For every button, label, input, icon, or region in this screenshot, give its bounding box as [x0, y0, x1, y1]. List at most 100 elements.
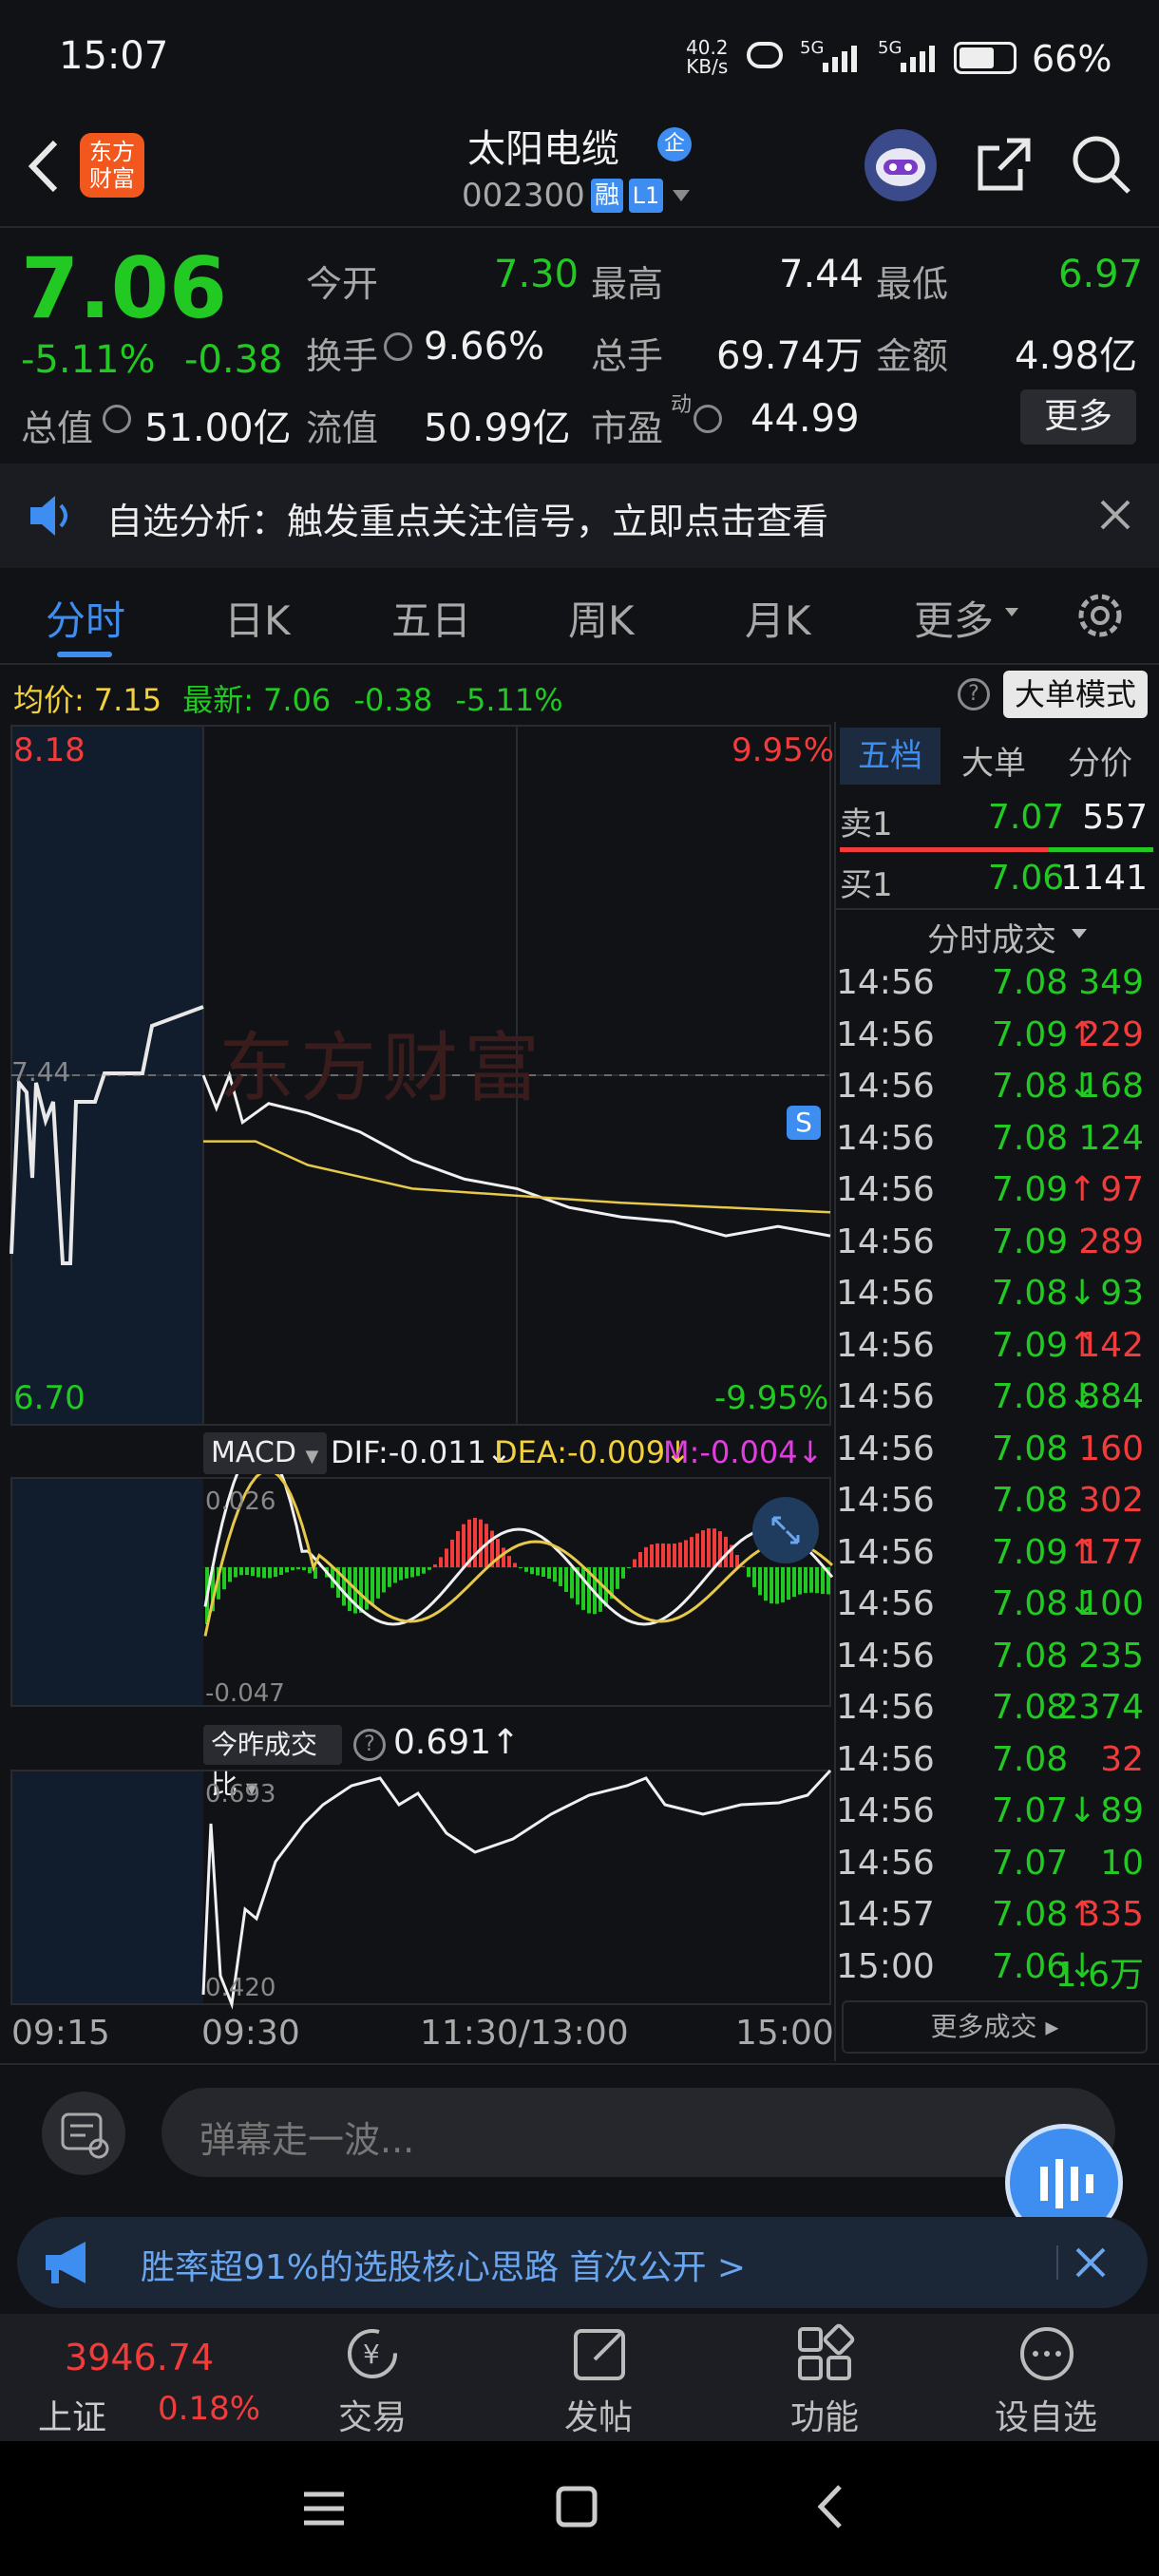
tab-weekly-k[interactable]: 周K: [568, 589, 635, 647]
trade-price: 7.08: [992, 1636, 1069, 1676]
macd-bar: [673, 1544, 676, 1567]
trade-time: 14:56: [836, 1067, 935, 1106]
avg-value: 7.15: [93, 682, 162, 718]
trade-row: 14:56 7.08 2374: [836, 1688, 1150, 1739]
comment-placeholder: 弹幕走一波...: [200, 2119, 415, 2161]
comment-input[interactable]: 弹幕走一波...: [162, 2088, 1115, 2177]
tab-more[interactable]: 更多: [914, 589, 994, 647]
function-icon[interactable]: [794, 2323, 855, 2384]
trades-dropdown-icon[interactable]: [1070, 925, 1089, 944]
tab-daily-k[interactable]: 日K: [224, 589, 291, 647]
trade-volume: 884: [1078, 1377, 1144, 1416]
trade-volume: 32: [1100, 1739, 1144, 1779]
trade-price: 7.07: [992, 1843, 1069, 1883]
sell1-label: 卖1: [840, 805, 893, 843]
search-icon[interactable]: [1070, 133, 1132, 196]
code-dropdown-icon[interactable]: [671, 186, 692, 207]
trade-time: 14:56: [836, 963, 935, 1002]
more-button[interactable]: 更多: [1020, 389, 1136, 445]
tab-five-day[interactable]: 五日: [391, 589, 471, 647]
tab-big-orders[interactable]: 大单: [961, 737, 1026, 784]
trades-title[interactable]: 分时成交: [927, 914, 1056, 960]
assistant-avatar[interactable]: [864, 129, 937, 201]
menu-icon[interactable]: [300, 2485, 348, 2532]
macd-bar: [348, 1567, 352, 1612]
macd-bar: [462, 1524, 466, 1567]
y-axis-top: 8.18: [13, 731, 86, 769]
macd-bar: [656, 1543, 659, 1567]
chart-watermark: 东方财富: [218, 1024, 545, 1112]
low-label: 最低: [876, 263, 949, 305]
macd-bar: [524, 1567, 528, 1572]
nav-function[interactable]: 功能: [777, 2390, 872, 2439]
trade-icon[interactable]: ¥: [342, 2323, 403, 2384]
index-name[interactable]: 上证: [38, 2390, 106, 2439]
share-icon[interactable]: [973, 133, 1036, 196]
macd-bar: [787, 1567, 790, 1601]
signal-marker[interactable]: S: [787, 1106, 821, 1140]
trade-time: 14:56: [836, 1739, 935, 1779]
tab-intraday[interactable]: 分时: [46, 589, 125, 647]
trade-volume: 97: [1100, 1170, 1144, 1209]
trade-time: 14:56: [836, 1584, 935, 1623]
trade-price: 7.08: [992, 1118, 1069, 1158]
macd-label: MACD: [211, 1436, 296, 1469]
settings-icon[interactable]: [1074, 589, 1127, 642]
tab-five-levels[interactable]: 五档: [840, 728, 940, 785]
ratio-value: 0.691↑: [393, 1723, 521, 1762]
custom-list-icon[interactable]: [1016, 2323, 1077, 2384]
big-order-mode-button[interactable]: 大单模式: [1003, 671, 1148, 718]
macd-bar: [279, 1567, 283, 1575]
post-icon[interactable]: [570, 2323, 631, 2384]
index-value[interactable]: 3946.74: [65, 2337, 214, 2378]
index-percent[interactable]: 0.18%: [158, 2390, 260, 2428]
macd-bar: [616, 1567, 619, 1589]
macd-bar: [764, 1567, 768, 1601]
pe-info-icon[interactable]: [694, 405, 722, 433]
promo-banner[interactable]: 胜率超91%的选股核心思路 首次公开 >: [17, 2217, 1148, 2308]
intraday-chart[interactable]: [0, 722, 836, 2061]
ratio-selector[interactable]: 今昨成交比 ▼: [203, 1725, 342, 1800]
macd-lines: [203, 1444, 834, 1637]
turnover-info-icon[interactable]: [384, 332, 412, 361]
macd-bar: [376, 1567, 380, 1599]
trade-volume: 229: [1078, 1014, 1144, 1054]
help-icon[interactable]: ?: [958, 678, 990, 710]
macd-selector[interactable]: MACD ▼: [203, 1432, 327, 1474]
macd-bar: [661, 1543, 665, 1567]
time-label-0930: 09:30: [201, 2014, 300, 2053]
stock-name: 太阳电缆: [467, 127, 619, 171]
current-price: 7.06: [21, 239, 228, 337]
nav-trade[interactable]: 交易: [325, 2390, 420, 2439]
mcap-info-icon[interactable]: [103, 405, 131, 433]
macd-bar: [422, 1567, 426, 1574]
trade-time: 14:56: [836, 1325, 935, 1365]
ratio-help-icon[interactable]: ?: [353, 1729, 386, 1761]
nav-custom-list[interactable]: 设自选: [984, 2390, 1108, 2439]
notice-close-icon[interactable]: [1098, 498, 1132, 532]
system-back-icon[interactable]: [808, 2483, 855, 2530]
logo-text-2: 财富: [89, 165, 135, 192]
trade-price: 7.08: [992, 963, 1069, 1002]
home-icon[interactable]: [553, 2483, 600, 2530]
open-value: 7.30: [494, 253, 580, 296]
tab-price-distribution[interactable]: 分价: [1068, 737, 1132, 784]
macd-bar: [690, 1537, 694, 1567]
danmaku-toggle-icon[interactable]: [42, 2092, 125, 2175]
back-icon[interactable]: [19, 133, 66, 199]
macd-bar: [712, 1528, 716, 1567]
mcap-label: 总值: [21, 407, 94, 449]
macd-bar: [428, 1567, 431, 1570]
nav-post[interactable]: 发帖: [551, 2390, 646, 2439]
low-value: 6.97: [1058, 253, 1144, 296]
trade-row: 14:56 7.08 160: [836, 1430, 1150, 1481]
time-label-midday: 11:30/13:00: [420, 2014, 629, 2053]
tab-monthly-k[interactable]: 月K: [745, 589, 811, 647]
trade-row: 14:56 7.07 10: [836, 1844, 1150, 1895]
expand-icon[interactable]: [752, 1497, 819, 1563]
trade-volume: 302: [1078, 1481, 1144, 1520]
trade-price: 7.08: [992, 1739, 1069, 1779]
more-trades-button[interactable]: 更多成交 ▸: [842, 2000, 1148, 2054]
macd-bar: [450, 1539, 454, 1567]
promo-close-icon[interactable]: [1074, 2245, 1108, 2280]
